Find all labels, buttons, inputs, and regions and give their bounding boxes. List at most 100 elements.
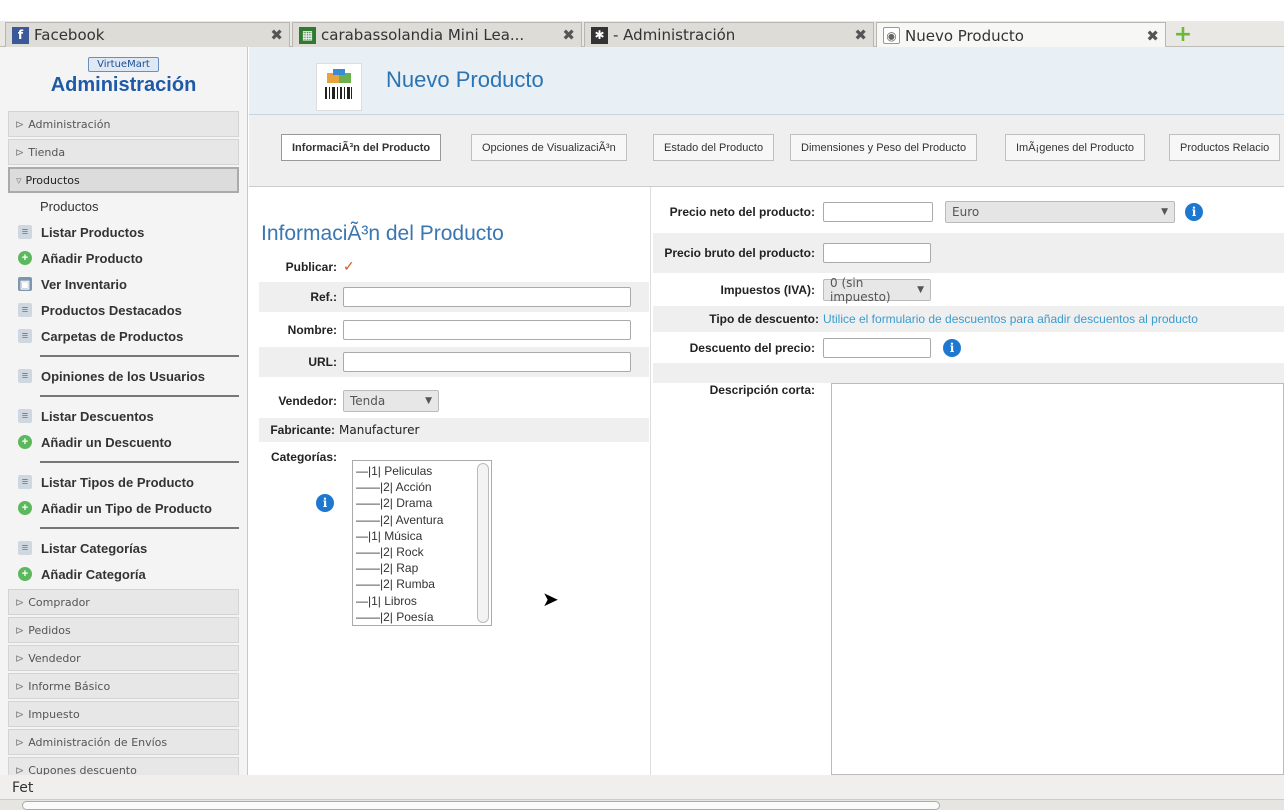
ref-input[interactable] bbox=[343, 287, 631, 307]
tab-productos-relacionados[interactable]: Productos Relacio bbox=[1169, 134, 1281, 161]
browser-tab-nuevo-producto[interactable]: ◉ Nuevo Producto ✖ bbox=[876, 22, 1166, 48]
add-icon: + bbox=[18, 567, 32, 581]
new-tab-plus-icon[interactable]: + bbox=[1172, 22, 1194, 47]
publicar-row: Publicar: ✓ bbox=[259, 252, 649, 282]
page-icon: ◉ bbox=[883, 27, 900, 44]
category-option[interactable]: ——|2| Rap bbox=[356, 560, 488, 576]
main-content: Nuevo Producto InformaciÃ³n del Producto… bbox=[249, 47, 1284, 775]
category-option[interactable]: ——|2| Rumba bbox=[356, 576, 488, 592]
sidebar-item-anadir-descuento[interactable]: + Añadir un Descuento bbox=[0, 429, 247, 455]
sidebar-item-listar-descuentos[interactable]: ≡ Listar Descuentos bbox=[0, 403, 247, 429]
category-option[interactable]: —|1| Libros bbox=[356, 593, 488, 609]
descuentos-form-link[interactable]: Utilice el formulario de descuentos para… bbox=[823, 312, 1198, 326]
document-icon: ≡ bbox=[18, 409, 32, 423]
close-icon[interactable]: ✖ bbox=[270, 26, 283, 44]
logo-brand: VirtueMart bbox=[88, 57, 159, 72]
listbox-scrollbar[interactable] bbox=[477, 463, 489, 623]
categories-listbox[interactable]: —|1| Peliculas ——|2| Acción ——|2| Drama … bbox=[352, 460, 492, 626]
spacer-row bbox=[653, 363, 1284, 383]
tab-opciones-visualizacion[interactable]: Opciones de VisualizaciÃ³n bbox=[471, 134, 627, 161]
category-option[interactable]: —|1| Peliculas bbox=[356, 463, 488, 479]
descuento-precio-row: Descuento del precio: i bbox=[653, 333, 1284, 363]
document-icon: ≡ bbox=[18, 225, 32, 239]
sidebar-item-anadir-tipo[interactable]: + Añadir un Tipo de Producto bbox=[0, 495, 247, 521]
tab-title: Nuevo Producto bbox=[905, 26, 1024, 45]
close-icon[interactable]: ✖ bbox=[1146, 27, 1159, 45]
tab-title: carabassolandia Mini Lea... bbox=[321, 26, 525, 44]
browser-tab-bar: f Facebook ✖ ▦ carabassolandia Mini Lea.… bbox=[0, 0, 1284, 48]
precio-neto-label: Precio neto del producto: bbox=[669, 204, 815, 219]
url-input[interactable] bbox=[343, 352, 631, 372]
section-heading: InformaciÃ³n del Producto bbox=[261, 222, 504, 245]
product-info-panel: InformaciÃ³n del Producto Publicar: ✓ Re… bbox=[253, 187, 651, 775]
product-tab-row: InformaciÃ³n del Producto Opciones de Vi… bbox=[249, 115, 1284, 187]
impuestos-select[interactable]: 0 (sin impuesto) ▼ bbox=[823, 276, 931, 304]
browser-tab-facebook[interactable]: f Facebook ✖ bbox=[5, 22, 290, 47]
horizontal-scrollbar[interactable] bbox=[0, 799, 1284, 810]
sidebar-section-envios[interactable]: ⊳ Administración de Envíos bbox=[8, 729, 239, 755]
info-icon[interactable]: i bbox=[1185, 203, 1203, 221]
tab-estado-producto[interactable]: Estado del Producto bbox=[653, 134, 775, 161]
descuento-precio-input[interactable] bbox=[823, 338, 931, 358]
sidebar-item-carpetas-de-productos[interactable]: ≡ Carpetas de Productos bbox=[0, 323, 247, 349]
tipo-descuento-label: Tipo de descuento: bbox=[709, 311, 819, 326]
category-option[interactable]: ——|2| Poesía bbox=[356, 609, 488, 625]
sidebar-item-listar-categorias[interactable]: ≡ Listar Categorías bbox=[0, 535, 247, 561]
sidebar-item-anadir-producto[interactable]: + Añadir Producto bbox=[0, 245, 247, 271]
sidebar-item-productos[interactable]: Productos bbox=[0, 193, 247, 219]
publicar-checkbox[interactable]: ✓ bbox=[343, 260, 357, 274]
browser-tab-administracion[interactable]: ✱ - Administración ✖ bbox=[584, 22, 874, 47]
document-icon: ≡ bbox=[18, 541, 32, 555]
dropdown-arrow-icon: ▼ bbox=[1161, 207, 1168, 217]
currency-select[interactable]: Euro ▼ bbox=[945, 201, 1175, 223]
sidebar-item-anadir-categoria[interactable]: + Añadir Categoría bbox=[0, 561, 247, 587]
category-option[interactable]: ——|2| Rock bbox=[356, 544, 488, 560]
sidebar-section-informe-basico[interactable]: ⊳ Informe Básico bbox=[8, 673, 239, 699]
chevron-right-icon: ⊳ bbox=[15, 145, 25, 159]
tab-imagenes-producto[interactable]: ImÃ¡genes del Producto bbox=[1005, 134, 1146, 161]
chevron-right-icon: ⊳ bbox=[15, 595, 25, 609]
sidebar-section-tienda[interactable]: ⊳ Tienda bbox=[8, 139, 239, 165]
category-option[interactable]: ——|2| Drama bbox=[356, 495, 488, 511]
descuento-precio-label: Descuento del precio: bbox=[689, 340, 815, 355]
sidebar-divider bbox=[40, 527, 239, 529]
category-option[interactable]: ——|2| Acción bbox=[356, 479, 488, 495]
sidebar-section-pedidos[interactable]: ⊳ Pedidos bbox=[8, 617, 239, 643]
scrollbar-thumb[interactable] bbox=[22, 801, 940, 810]
page-title: Nuevo Producto bbox=[386, 67, 544, 92]
vendedor-select[interactable]: Tenda ▼ bbox=[343, 390, 439, 412]
info-icon[interactable]: i bbox=[316, 494, 334, 512]
sidebar-item-productos-destacados[interactable]: ≡ Productos Destacados bbox=[0, 297, 247, 323]
sidebar-section-administracion[interactable]: ⊳ Administración bbox=[8, 111, 239, 137]
sidebar-item-opiniones[interactable]: ≡ Opiniones de los Usuarios bbox=[0, 363, 247, 389]
precio-bruto-input[interactable] bbox=[823, 243, 931, 263]
page-header: Nuevo Producto bbox=[249, 47, 1284, 115]
facebook-icon: f bbox=[12, 26, 29, 44]
precio-neto-row: Precio neto del producto: Euro ▼ i bbox=[653, 192, 1284, 232]
tab-dimensiones-peso[interactable]: Dimensiones y Peso del Producto bbox=[790, 134, 978, 161]
sidebar-section-productos[interactable]: ▿ Productos bbox=[8, 167, 239, 193]
document-icon: ≡ bbox=[18, 329, 32, 343]
category-option[interactable]: —|1| Música bbox=[356, 528, 488, 544]
tab-informacion-producto[interactable]: InformaciÃ³n del Producto bbox=[281, 134, 442, 161]
dropdown-arrow-icon: ▼ bbox=[425, 396, 432, 406]
precio-neto-input[interactable] bbox=[823, 202, 933, 222]
sidebar-section-impuesto[interactable]: ⊳ Impuesto bbox=[8, 701, 239, 727]
chevron-right-icon: ⊳ bbox=[15, 117, 25, 131]
sidebar-item-listar-tipos[interactable]: ≡ Listar Tipos de Producto bbox=[0, 469, 247, 495]
close-icon[interactable]: ✖ bbox=[562, 26, 575, 44]
vendedor-row: Vendedor: Tenda ▼ bbox=[259, 386, 649, 416]
site-icon: ▦ bbox=[299, 26, 316, 44]
sidebar-section-cupones[interactable]: ⊳ Cupones descuento bbox=[8, 757, 239, 775]
close-icon[interactable]: ✖ bbox=[854, 26, 867, 44]
sidebar-section-comprador[interactable]: ⊳ Comprador bbox=[8, 589, 239, 615]
sidebar-section-vendedor[interactable]: ⊳ Vendedor bbox=[8, 645, 239, 671]
tab-title: - Administración bbox=[613, 26, 736, 44]
info-icon[interactable]: i bbox=[943, 339, 961, 357]
nombre-input[interactable] bbox=[343, 320, 631, 340]
category-option[interactable]: ——|2| Aventura bbox=[356, 512, 488, 528]
sidebar-item-listar-productos[interactable]: ≡ Listar Productos bbox=[0, 219, 247, 245]
browser-tab-carabassolandia[interactable]: ▦ carabassolandia Mini Lea... ✖ bbox=[292, 22, 582, 47]
sidebar-item-ver-inventario[interactable]: ▣ Ver Inventario bbox=[0, 271, 247, 297]
descripcion-corta-textarea[interactable] bbox=[831, 383, 1284, 775]
